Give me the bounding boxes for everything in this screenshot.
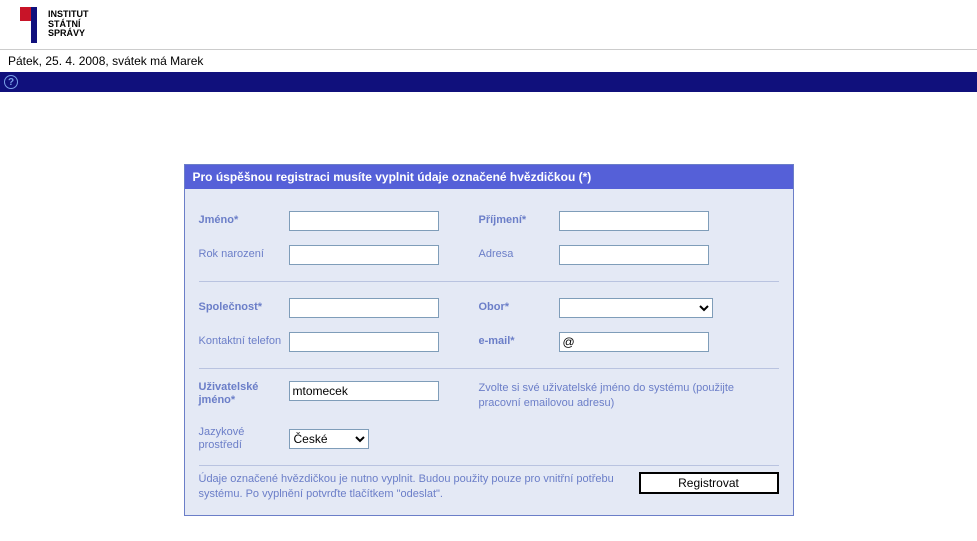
register-button[interactable]: Registrovat	[639, 472, 779, 494]
logo: Institut Státní Správy	[20, 7, 89, 43]
divider	[199, 368, 779, 369]
label-company: Společnost*	[199, 301, 289, 314]
divider	[199, 465, 779, 466]
status-bar: Pátek, 25. 4. 2008, svátek má Marek	[0, 50, 977, 72]
label-field: Obor*	[479, 301, 559, 314]
field-select[interactable]	[559, 298, 713, 318]
last-name-input[interactable]	[559, 211, 709, 231]
first-name-input[interactable]	[289, 211, 439, 231]
phone-input[interactable]	[289, 332, 439, 352]
registration-form-panel: Pro úspěšnou registraci musíte vyplnit ú…	[184, 164, 794, 516]
nav-bar: ?	[0, 72, 977, 92]
birth-year-input[interactable]	[289, 245, 439, 265]
email-input[interactable]	[559, 332, 709, 352]
logo-mark	[20, 7, 42, 43]
app-header: Institut Státní Správy	[0, 0, 977, 50]
label-birth-year: Rok narození	[199, 248, 289, 261]
logo-text: Institut Státní Správy	[48, 10, 89, 40]
divider	[199, 281, 779, 282]
label-email: e-mail*	[479, 335, 559, 348]
company-input[interactable]	[289, 298, 439, 318]
label-username: Uživatelské jméno*	[199, 381, 289, 407]
help-icon[interactable]: ?	[4, 75, 18, 89]
username-hint: Zvolte si své uživatelské jméno do systé…	[479, 382, 735, 409]
label-last-name: Příjmení*	[479, 214, 559, 227]
label-address: Adresa	[479, 248, 559, 261]
label-first-name: Jméno*	[199, 214, 289, 227]
username-input[interactable]	[289, 381, 439, 401]
locale-select[interactable]: České	[289, 429, 369, 449]
form-title: Pro úspěšnou registraci musíte vyplnit ú…	[185, 165, 793, 189]
address-input[interactable]	[559, 245, 709, 265]
footer-note: Údaje označené hvězdičkou je nutno vypln…	[199, 472, 627, 502]
label-locale: Jazykové prostředí	[199, 426, 289, 452]
label-phone: Kontaktní telefon	[199, 335, 289, 348]
